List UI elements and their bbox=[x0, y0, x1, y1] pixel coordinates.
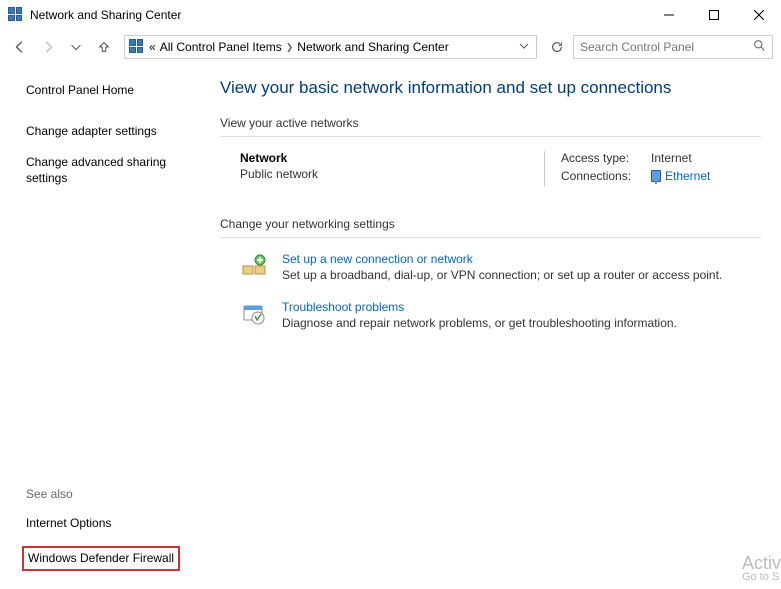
window-title: Network and Sharing Center bbox=[30, 8, 646, 22]
setup-connection-icon bbox=[240, 252, 268, 280]
network-row: Network Public network Access type: Inte… bbox=[240, 151, 761, 187]
see-also-label: See also bbox=[26, 487, 200, 501]
connections-label: Connections: bbox=[561, 169, 651, 183]
action-troubleshoot: Troubleshoot problems Diagnose and repai… bbox=[240, 300, 761, 330]
sidebar-home[interactable]: Control Panel Home bbox=[26, 82, 200, 99]
search-input[interactable]: Search Control Panel bbox=[573, 35, 773, 59]
divider bbox=[220, 237, 761, 238]
setup-connection-desc: Set up a broadband, dial-up, or VPN conn… bbox=[282, 268, 722, 282]
access-type-label: Access type: bbox=[561, 151, 651, 165]
sidebar: Control Panel Home Change adapter settin… bbox=[0, 64, 210, 589]
troubleshoot-icon bbox=[240, 300, 268, 328]
network-name: Network bbox=[240, 151, 528, 165]
maximize-button[interactable] bbox=[691, 0, 736, 30]
address-bar[interactable]: « All Control Panel Items ❯ Network and … bbox=[124, 35, 537, 59]
breadcrumb-item[interactable]: Network and Sharing Center bbox=[297, 40, 448, 54]
action-setup-connection: Set up a new connection or network Set u… bbox=[240, 252, 761, 282]
see-also-firewall[interactable]: Windows Defender Firewall bbox=[26, 546, 200, 571]
search-icon bbox=[753, 39, 766, 55]
change-settings-label: Change your networking settings bbox=[220, 217, 761, 231]
app-icon bbox=[8, 7, 24, 23]
refresh-button[interactable] bbox=[545, 35, 569, 59]
chevron-right-icon: ❯ bbox=[286, 42, 294, 53]
divider bbox=[220, 136, 761, 137]
network-type: Public network bbox=[240, 167, 528, 181]
main-panel: View your basic network information and … bbox=[210, 64, 781, 589]
sidebar-advanced-sharing[interactable]: Change advanced sharing settings bbox=[26, 154, 200, 188]
breadcrumb-prefix: « bbox=[149, 40, 156, 54]
breadcrumb-item[interactable]: All Control Panel Items bbox=[160, 40, 282, 54]
sidebar-adapter-settings[interactable]: Change adapter settings bbox=[26, 123, 200, 140]
vertical-divider bbox=[544, 151, 545, 187]
troubleshoot-link[interactable]: Troubleshoot problems bbox=[282, 300, 677, 314]
page-heading: View your basic network information and … bbox=[220, 78, 761, 98]
title-bar: Network and Sharing Center bbox=[0, 0, 781, 30]
see-also-internet-options[interactable]: Internet Options bbox=[26, 515, 200, 532]
setup-connection-link[interactable]: Set up a new connection or network bbox=[282, 252, 722, 266]
up-button[interactable] bbox=[92, 35, 116, 59]
close-button[interactable] bbox=[736, 0, 781, 30]
access-type-value: Internet bbox=[651, 151, 692, 165]
address-dropdown[interactable] bbox=[516, 40, 532, 54]
back-button[interactable] bbox=[8, 35, 32, 59]
active-networks-label: View your active networks bbox=[220, 116, 761, 130]
search-placeholder: Search Control Panel bbox=[580, 40, 753, 54]
minimize-button[interactable] bbox=[646, 0, 691, 30]
location-icon bbox=[129, 39, 145, 55]
ethernet-icon bbox=[651, 170, 661, 182]
forward-button[interactable] bbox=[36, 35, 60, 59]
troubleshoot-desc: Diagnose and repair network problems, or… bbox=[282, 316, 677, 330]
recent-dropdown[interactable] bbox=[64, 35, 88, 59]
connection-link[interactable]: Ethernet bbox=[651, 169, 710, 183]
nav-toolbar: « All Control Panel Items ❯ Network and … bbox=[0, 30, 781, 64]
